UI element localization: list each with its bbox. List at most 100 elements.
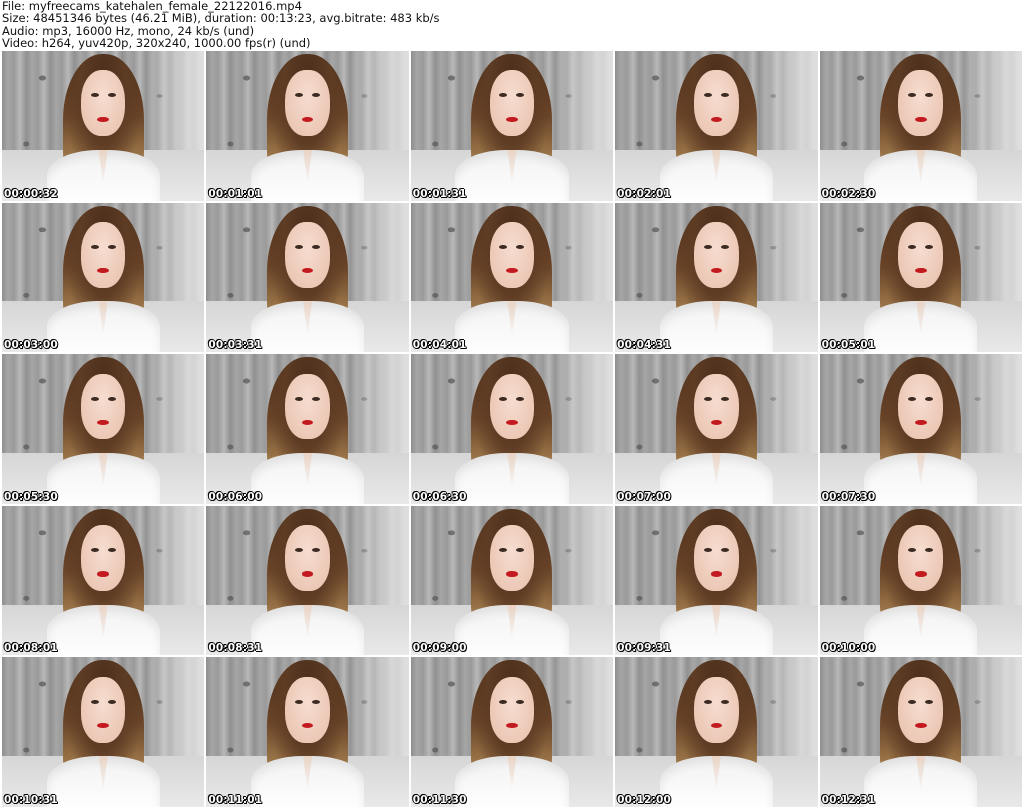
left-eye	[90, 699, 99, 704]
person-shirt	[250, 604, 365, 656]
person-shirt	[46, 756, 160, 807]
right-eye	[925, 699, 934, 704]
video-frame-thumbnail: 00:03:31	[206, 202, 409, 353]
frame-timestamp: 00:06:30	[412, 490, 467, 503]
person-shirt	[864, 604, 978, 656]
left-eye	[703, 548, 712, 553]
right-eye	[107, 699, 116, 704]
red-lips	[710, 722, 723, 729]
left-eye	[499, 548, 508, 553]
red-lips	[301, 268, 314, 274]
person-shirt	[250, 301, 365, 353]
left-eye	[90, 396, 99, 401]
right-eye	[516, 93, 525, 98]
right-eye	[312, 396, 321, 401]
left-eye	[703, 93, 712, 98]
right-eye	[312, 245, 321, 249]
red-lips	[97, 571, 109, 577]
left-eye	[295, 699, 304, 704]
person-face	[285, 525, 330, 592]
person-shirt	[864, 149, 978, 201]
left-eye	[295, 548, 304, 553]
person-face	[489, 676, 535, 743]
person-face	[898, 373, 943, 440]
frame-timestamp: 00:11:30	[412, 793, 467, 806]
person-face	[694, 676, 739, 743]
red-lips	[97, 722, 109, 729]
right-eye	[107, 93, 116, 98]
frame-timestamp: 00:07:30	[821, 490, 876, 503]
right-eye	[925, 396, 934, 401]
frame-timestamp: 00:01:31	[412, 187, 467, 200]
file-size-line: Size: 48451346 bytes (46.21 MiB), durati…	[2, 11, 440, 26]
video-frame-thumbnail: 00:10:31	[2, 657, 205, 807]
right-eye	[516, 245, 525, 249]
person-shirt	[659, 149, 774, 201]
person-shirt	[659, 452, 774, 504]
red-lips	[506, 722, 518, 729]
red-lips	[506, 116, 518, 122]
frame-timestamp: 00:04:01	[412, 339, 467, 352]
frame-timestamp: 00:08:31	[208, 642, 263, 655]
person-shirt	[455, 604, 569, 656]
right-eye	[516, 699, 525, 704]
red-lips	[914, 571, 927, 577]
right-eye	[720, 396, 729, 401]
red-lips	[301, 571, 314, 577]
red-lips	[301, 419, 314, 425]
frame-timestamp: 00:03:31	[208, 339, 263, 352]
person-shirt	[250, 452, 365, 504]
person-shirt	[659, 756, 774, 807]
right-eye	[925, 245, 934, 249]
video-frame-thumbnail: 00:04:31	[615, 202, 818, 353]
right-eye	[516, 396, 525, 401]
left-eye	[703, 245, 712, 249]
video-frame-thumbnail: 00:09:00	[410, 505, 614, 656]
video-frame-thumbnail: 00:01:01	[206, 51, 409, 201]
person-face	[694, 222, 739, 288]
person-face	[694, 525, 739, 592]
left-eye	[90, 245, 99, 249]
video-frame-thumbnail: 00:07:00	[615, 354, 818, 504]
red-lips	[710, 268, 723, 274]
red-lips	[301, 116, 314, 122]
left-eye	[295, 245, 304, 249]
right-eye	[720, 245, 729, 249]
left-eye	[499, 93, 508, 98]
right-eye	[312, 548, 321, 553]
person-face	[489, 222, 535, 288]
red-lips	[97, 268, 109, 274]
person-face	[898, 222, 943, 288]
frame-timestamp: 00:10:00	[821, 642, 876, 655]
video-frame-thumbnail: 00:04:01	[410, 202, 614, 353]
video-frame-thumbnail: 00:01:31	[410, 51, 614, 201]
left-eye	[295, 396, 304, 401]
person-shirt	[659, 301, 774, 353]
frame-timestamp: 00:11:01	[208, 793, 263, 806]
frame-timestamp: 00:08:01	[4, 642, 58, 655]
red-lips	[97, 116, 109, 122]
red-lips	[710, 116, 723, 122]
person-face	[489, 525, 535, 592]
left-eye	[908, 93, 917, 98]
person-shirt	[250, 756, 365, 807]
person-face	[80, 525, 126, 592]
video-frame-thumbnail: 00:02:30	[819, 51, 1022, 201]
person-face	[80, 373, 126, 440]
red-lips	[710, 571, 723, 577]
person-shirt	[250, 149, 365, 201]
video-frame-thumbnail: 00:06:30	[410, 354, 614, 504]
red-lips	[97, 419, 109, 425]
person-face	[898, 70, 943, 137]
person-shirt	[455, 452, 569, 504]
video-frame-thumbnail: 00:06:00	[206, 354, 409, 504]
red-lips	[506, 571, 518, 577]
frame-timestamp: 00:05:30	[4, 490, 58, 503]
right-eye	[312, 699, 321, 704]
left-eye	[90, 548, 99, 553]
right-eye	[107, 396, 116, 401]
person-face	[898, 525, 943, 592]
frame-timestamp: 00:04:31	[617, 339, 672, 352]
left-eye	[703, 396, 712, 401]
file-info-header: File: myfreecams_katehalen_female_221220…	[2, 0, 1022, 50]
